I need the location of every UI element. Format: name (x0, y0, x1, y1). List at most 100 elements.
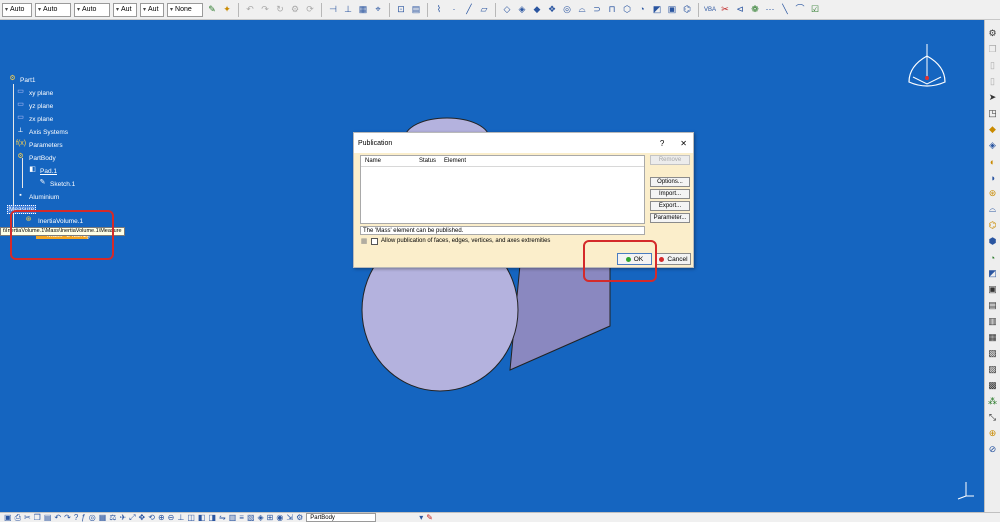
combo-5[interactable]: ▾ Aut (140, 2, 164, 17)
tree-item-partbody[interactable]: PartBody (29, 155, 56, 162)
rib-icon[interactable]: ⌓ (576, 4, 588, 16)
stiffener-icon[interactable]: ⊓ (606, 4, 618, 16)
scale-icon[interactable]: ⇲ (286, 513, 293, 522)
sketch-icon[interactable]: ⊡ (395, 4, 407, 16)
zoom-in-icon[interactable]: ⊕ (158, 513, 165, 522)
edit-icon[interactable]: ☑ (809, 4, 821, 16)
tree-item-sketch[interactable]: Sketch.1 (50, 181, 75, 188)
select-arrow-icon[interactable]: ➤ (987, 92, 998, 103)
body-icon[interactable]: ⚙ (296, 513, 303, 522)
redo-icon[interactable]: ↷ (259, 4, 271, 16)
shell-icon[interactable]: ⌬ (681, 4, 693, 16)
analysis-icon[interactable]: ▧ (247, 513, 255, 522)
graph-icon[interactable]: ⚙ (289, 4, 301, 16)
check-icon[interactable]: ◉ (276, 513, 283, 522)
pad-icon[interactable]: ◆ (987, 124, 998, 135)
paint-brush-icon[interactable]: ✎ (206, 4, 218, 16)
pattern-icon[interactable]: ⁂ (987, 396, 998, 407)
update-icon[interactable]: ⟳ (304, 4, 316, 16)
fillet-icon[interactable]: ◔ (987, 252, 998, 263)
boolean-icon[interactable]: ⊕ (987, 428, 998, 439)
material-icon[interactable]: ◈ (258, 513, 264, 522)
partbody-combo[interactable]: PartBody (306, 513, 377, 522)
draft-icon[interactable]: ▣ (666, 4, 678, 16)
column-name[interactable]: Name (365, 158, 381, 164)
snap-icon[interactable]: ⌖ (372, 4, 384, 16)
groove-icon[interactable]: ❖ (546, 4, 558, 16)
apply-style-icon[interactable]: ✦ (221, 4, 233, 16)
rotate-icon[interactable]: ▧ (987, 348, 998, 359)
hole-icon[interactable]: ⊛ (987, 188, 998, 199)
cut-icon[interactable]: ✂ (24, 513, 31, 522)
shaft-icon[interactable]: ◐ (987, 156, 998, 167)
undo-icon[interactable]: ↶ (54, 513, 61, 522)
page-icon[interactable]: ▯ (987, 76, 998, 87)
shaft-icon[interactable]: ◆ (531, 4, 543, 16)
page-icon[interactable]: ▯ (987, 60, 998, 71)
pocket-icon[interactable]: ◈ (987, 140, 998, 151)
symmetry-icon[interactable]: ▨ (987, 364, 998, 375)
split-icon[interactable]: ⊘ (987, 444, 998, 455)
allow-publication-checkbox[interactable] (371, 237, 378, 245)
settings-icon[interactable]: ⚙ (987, 28, 998, 39)
combo-1[interactable]: ▾ Auto (2, 2, 32, 17)
options-button[interactable]: Options... (650, 177, 690, 187)
slot-icon[interactable]: ⌬ (987, 220, 998, 231)
tree-item-part1[interactable]: Part1 (20, 77, 36, 84)
shell-icon[interactable]: ▣ (987, 284, 998, 295)
mirror-icon[interactable]: ▩ (987, 380, 998, 391)
loft-icon[interactable]: ⬡ (621, 4, 633, 16)
dots-icon[interactable]: ⋯ (764, 4, 776, 16)
tree-item-pad[interactable]: Pad.1 (40, 168, 57, 175)
fly-icon[interactable]: ✈ (119, 513, 126, 522)
help-icon[interactable]: ? (74, 513, 78, 522)
tree-item-material[interactable]: Aluminium (29, 194, 59, 201)
plane-icon[interactable]: ▱ (478, 4, 490, 16)
thickness-icon[interactable]: ▤ (987, 300, 998, 311)
combo-2[interactable]: ▾ Auto (35, 2, 71, 17)
print-icon[interactable]: ⎙ (15, 513, 21, 522)
save-icon[interactable]: ▣ (4, 513, 12, 522)
export-button[interactable]: Export... (650, 201, 690, 211)
import-button[interactable]: Import... (650, 189, 690, 199)
redo-icon[interactable]: ↷ (64, 513, 71, 522)
table-icon[interactable]: ▤ (410, 4, 422, 16)
parameter-button[interactable]: Parameter... (650, 213, 690, 223)
copy-icon[interactable]: ❐ (987, 44, 998, 55)
pad-icon[interactable]: ◇ (501, 4, 513, 16)
copy-icon[interactable]: ❐ (34, 513, 41, 522)
view-icon[interactable]: ▥ (229, 513, 237, 522)
tree-item-xy-plane[interactable]: xy plane (29, 90, 53, 97)
tree-item-zx-plane[interactable]: zx plane (29, 116, 53, 123)
repeat-icon[interactable]: ↻ (274, 4, 286, 16)
layer-icon[interactable]: ≡ (239, 513, 244, 522)
constraint-icon[interactable]: ⊣ (327, 4, 339, 16)
column-status[interactable]: Status (419, 158, 436, 164)
shading-icon[interactable]: ◧ (198, 513, 206, 522)
groove-icon[interactable]: ◑ (987, 172, 998, 183)
vba-icon[interactable]: VBA (704, 4, 716, 16)
fit-all-icon[interactable]: ⤢ (129, 513, 135, 522)
formula-icon[interactable]: ƒ (81, 513, 85, 522)
scaling-icon[interactable]: ⤡ (987, 412, 998, 423)
measure-icon[interactable]: ⚖ (109, 513, 116, 522)
column-element[interactable]: Element (444, 158, 466, 164)
tree-item-axis-systems[interactable]: Axis Systems (29, 129, 68, 136)
zoom-out-icon[interactable]: ⊖ (168, 513, 175, 522)
paste-icon[interactable]: ▤ (44, 513, 52, 522)
translate-icon[interactable]: ▦ (987, 332, 998, 343)
arc-icon[interactable]: ⌒ (794, 4, 806, 16)
axis-icon[interactable]: ⊥ (342, 4, 354, 16)
measure-item-icon[interactable]: ❁ (749, 4, 761, 16)
dropdown-icon[interactable]: ▾ (419, 513, 423, 522)
draft-icon[interactable]: ⬢ (987, 236, 998, 247)
chamfer-icon[interactable]: ◩ (987, 268, 998, 279)
table-icon[interactable]: ▦ (99, 513, 107, 522)
remove-button[interactable]: Remove (650, 155, 690, 165)
undo-icon[interactable]: ↶ (244, 4, 256, 16)
swap-icon[interactable]: ⇋ (219, 513, 226, 522)
hide-show-icon[interactable]: ◨ (208, 513, 216, 522)
catalog-icon[interactable]: ◎ (89, 513, 96, 522)
allow-publication-option[interactable]: ▦ Allow publication of faces, edges, ver… (360, 237, 550, 245)
pocket-icon[interactable]: ◈ (516, 4, 528, 16)
